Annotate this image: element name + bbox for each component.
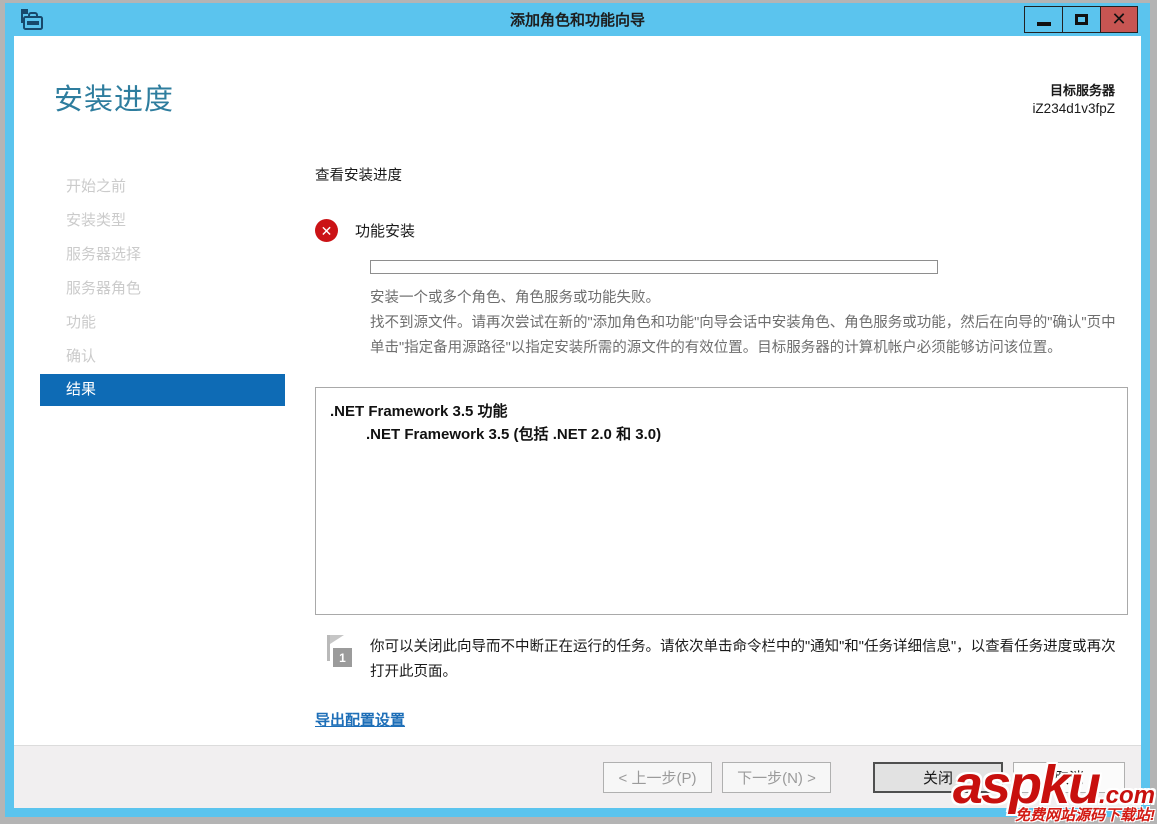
minimize-button[interactable] <box>1024 6 1062 33</box>
error-message: 安装一个或多个角色、角色服务或功能失败。 找不到源文件。请再次尝试在新的"添加角… <box>370 286 1122 361</box>
export-configuration-link[interactable]: 导出配置设置 <box>315 709 405 730</box>
results-list-box[interactable]: .NET Framework 3.5 功能 .NET Framework 3.5… <box>315 387 1128 615</box>
wizard-content: 安装进度 目标服务器 iZ234d1v3fpZ 开始之前 安装类型 服务器选择 … <box>14 36 1141 745</box>
target-server-name: iZ234d1v3fpZ <box>1032 101 1115 116</box>
sidebar-item-server-roles: 服务器角色 <box>66 280 142 297</box>
minimize-icon <box>1036 21 1051 26</box>
flag-badge-count: 1 <box>333 648 352 667</box>
close-icon: ✕ <box>1111 9 1127 29</box>
sidebar-item-installation-type: 安装类型 <box>66 212 127 229</box>
body-row: 开始之前 安装类型 服务器选择 服务器角色 功能 确认 结果 查看安装进度 ✕ … <box>14 160 1141 745</box>
page-header: 安装进度 目标服务器 iZ234d1v3fpZ <box>14 36 1141 160</box>
main-panel: 查看安装进度 ✕ 功能安装 安装一个或多个角色、角色服务或功能失败。 找不到源文… <box>285 160 1141 745</box>
previous-button[interactable]: < 上一步(P) <box>603 761 712 793</box>
window-frame: 添加角色和功能向导 ✕ 安装进度 目标服务器 iZ234d1v3fpZ 开始之前 <box>0 0 1157 823</box>
sidebar-item-results[interactable]: 结果 <box>40 374 285 406</box>
sidebar-item-server-selection: 服务器选择 <box>66 246 142 263</box>
note-text: 你可以关闭此向导而不中断正在运行的任务。请依次单击命令栏中的"通知"和"任务详细… <box>370 639 1116 680</box>
wizard-steps-sidebar: 开始之前 安装类型 服务器选择 服务器角色 功能 确认 结果 <box>40 160 285 745</box>
task-status-row: ✕ 功能安装 <box>315 219 1133 242</box>
maximize-button[interactable] <box>1062 6 1100 33</box>
task-name: 功能安装 <box>355 223 416 240</box>
footer-button-bar: < 上一步(P) 下一步(N) > 关闭 取消 <box>14 745 1141 808</box>
maximize-icon <box>1075 14 1088 25</box>
note-row: 1 你可以关闭此向导而不中断正在运行的任务。请依次单击命令栏中的"通知"和"任务… <box>315 635 1133 685</box>
close-wizard-button[interactable]: 关闭 <box>873 761 1003 793</box>
wizard-window: 添加角色和功能向导 ✕ 安装进度 目标服务器 iZ234d1v3fpZ 开始之前 <box>5 3 1150 817</box>
sidebar-item-before-you-begin: 开始之前 <box>66 178 127 195</box>
titlebar: 添加角色和功能向导 ✕ <box>14 3 1141 36</box>
section-title: 查看安装进度 <box>315 168 402 184</box>
flag-notification-icon: 1 <box>325 635 357 673</box>
window-controls: ✕ <box>1024 6 1138 33</box>
target-server-block: 目标服务器 iZ234d1v3fpZ <box>1032 76 1115 160</box>
error-icon: ✕ <box>315 219 338 242</box>
page-title: 安装进度 <box>54 84 175 116</box>
sidebar-item-features: 功能 <box>66 314 97 331</box>
progress-bar <box>370 260 938 274</box>
result-item-feature-group: .NET Framework 3.5 功能 <box>330 403 508 420</box>
result-item-feature: .NET Framework 3.5 (包括 .NET 2.0 和 3.0) <box>366 426 662 443</box>
sidebar-item-confirmation: 确认 <box>66 348 97 365</box>
window-title: 添加角色和功能向导 <box>509 12 645 29</box>
close-button[interactable]: ✕ <box>1100 6 1138 33</box>
cancel-button[interactable]: 取消 <box>1013 761 1125 793</box>
next-button[interactable]: 下一步(N) > <box>722 761 831 793</box>
error-detail: 找不到源文件。请再次尝试在新的"添加角色和功能"向导会话中安装角色、角色服务或功… <box>370 315 1116 356</box>
error-summary: 安装一个或多个角色、角色服务或功能失败。 <box>370 290 660 306</box>
target-server-label: 目标服务器 <box>1049 83 1115 98</box>
